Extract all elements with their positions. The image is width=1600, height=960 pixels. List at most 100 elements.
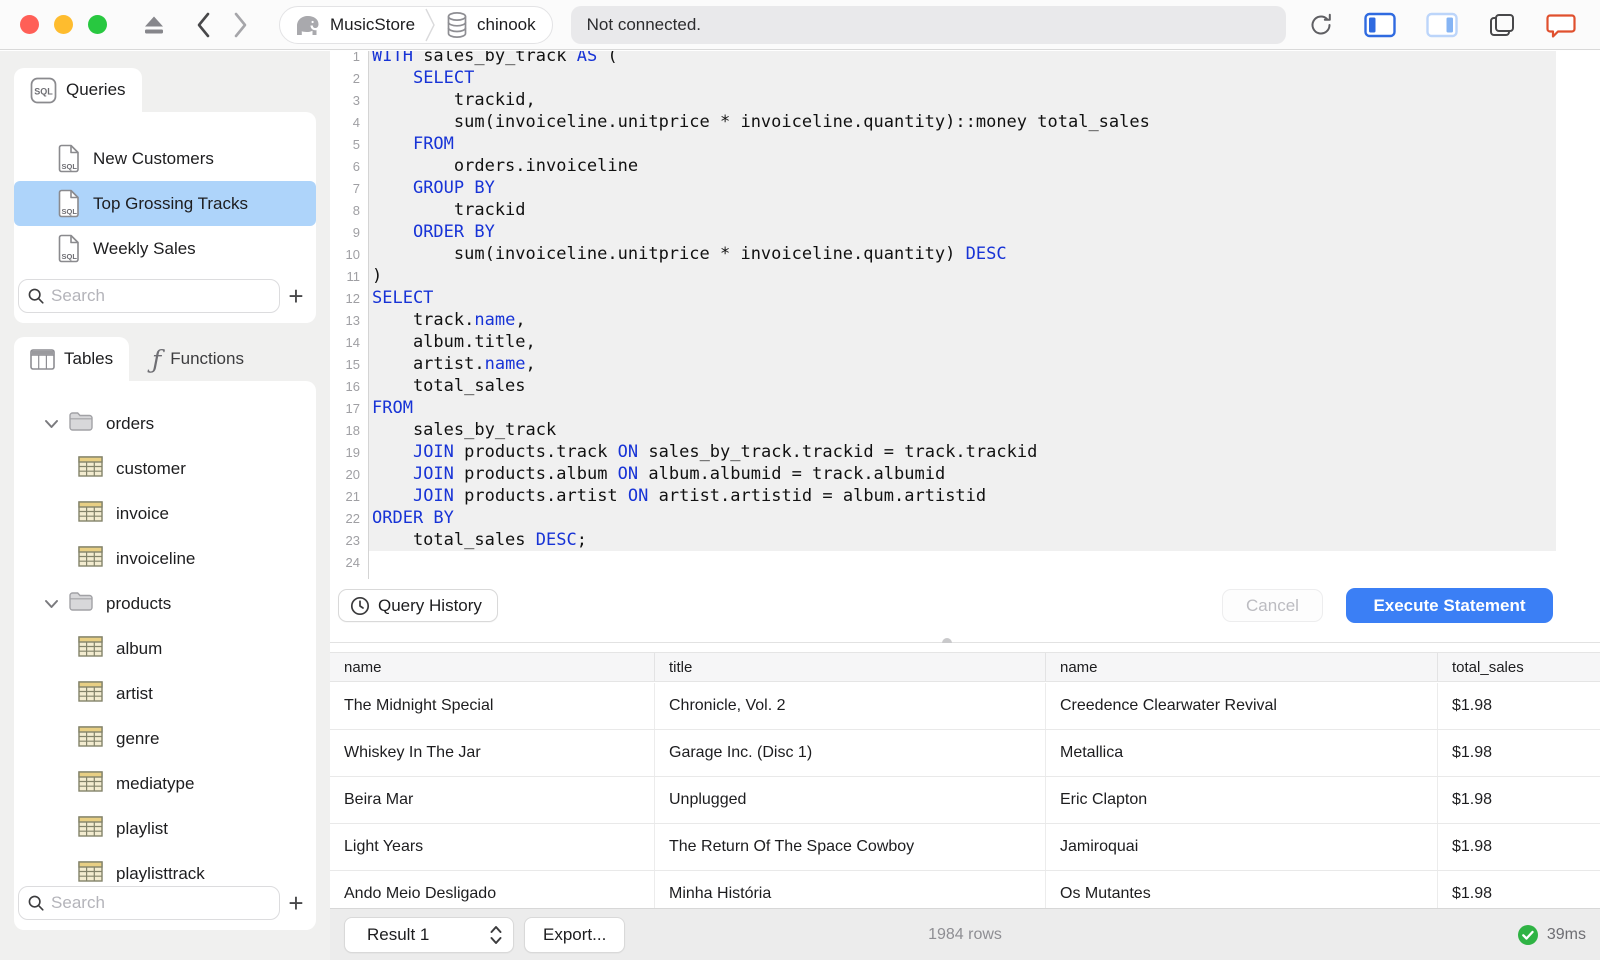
tab-functions-label: Functions: [170, 349, 244, 368]
tree-item-mediatype[interactable]: mediatype: [14, 761, 316, 806]
cancel-button[interactable]: Cancel: [1222, 589, 1323, 622]
editor-line-19[interactable]: 19 JOIN products.track ON sales_by_track…: [330, 441, 1600, 463]
editor-line-17[interactable]: 17 FROM: [330, 397, 1600, 419]
editor-line-15[interactable]: 15 artist.name,: [330, 353, 1600, 375]
export-button[interactable]: Export...: [524, 916, 626, 953]
editor-line-24[interactable]: 24: [330, 551, 1600, 573]
tree-item-label: customer: [116, 458, 186, 478]
column-header-name-0[interactable]: name: [330, 653, 655, 681]
breadcrumb-server[interactable]: MusicStore: [292, 12, 415, 38]
line-number: 20: [345, 466, 360, 482]
toggle-right-sidebar-button[interactable]: [1425, 12, 1458, 38]
editor-line-2[interactable]: 2 SELECT: [330, 67, 1600, 89]
editor-line-18[interactable]: 18 sales_by_track: [330, 419, 1600, 441]
tab-queries[interactable]: SQL Queries: [14, 68, 142, 112]
line-number: 7: [352, 180, 360, 196]
editor-line-6[interactable]: 6 orders.invoiceline: [330, 155, 1600, 177]
editor-line-7[interactable]: 7 GROUP BY: [330, 177, 1600, 199]
schema-search-field[interactable]: [18, 886, 280, 920]
query-history-button[interactable]: Query History: [338, 589, 498, 622]
editor-line-1[interactable]: 1 WITH sales_by_track AS (: [330, 51, 1600, 67]
tab-tables[interactable]: Tables: [14, 337, 130, 381]
tree-item-invoiceline[interactable]: invoiceline: [14, 536, 316, 581]
sql-editor[interactable]: 1 WITH sales_by_track AS (2 SELECT 3 track…: [330, 51, 1600, 642]
editor-line-10[interactable]: 10 sum(invoiceline.unitprice * invoiceli…: [330, 243, 1600, 265]
tree-item-label: playlisttrack: [116, 863, 205, 883]
tree-item-playlist[interactable]: playlist: [14, 806, 316, 851]
line-code: FROM: [412, 134, 454, 154]
table-columns-icon: [30, 348, 55, 370]
tree-item-artist[interactable]: artist: [14, 671, 316, 716]
forward-button[interactable]: [233, 11, 249, 39]
editor-line-14[interactable]: 14 album.title,: [330, 331, 1600, 353]
editor-line-3[interactable]: 3 trackid,: [330, 89, 1600, 111]
editor-line-21[interactable]: 21 JOIN products.artist ON artist.artist…: [330, 485, 1600, 507]
table-icon: [78, 545, 103, 567]
editor-line-4[interactable]: 4 sum(invoiceline.unitprice * invoicelin…: [330, 111, 1600, 133]
back-button[interactable]: [195, 11, 211, 39]
editor-line-16[interactable]: 16 total_sales: [330, 375, 1600, 397]
disconnect-button[interactable]: [141, 13, 167, 37]
sidebar: SQL Queries SQL New Customers SQL Top Gross…: [0, 51, 330, 960]
schema-search-input[interactable]: [51, 893, 271, 913]
editor-line-13[interactable]: 13 track.name,: [330, 309, 1600, 331]
column-header-title-1[interactable]: title: [655, 653, 1046, 681]
feedback-button[interactable]: [1546, 11, 1576, 39]
chevron-down-icon[interactable]: [44, 599, 59, 609]
table-icon: [78, 815, 103, 837]
result-selector[interactable]: Result 1: [344, 916, 514, 953]
query-item-weekly-sales[interactable]: SQL Weekly Sales: [14, 226, 316, 271]
line-code: JOIN products.track ON sales_by_track.tr…: [412, 442, 1038, 462]
execute-statement-button[interactable]: Execute Statement: [1346, 588, 1553, 623]
tree-item-orders[interactable]: orders: [14, 401, 316, 446]
editor-line-11[interactable]: 11): [330, 265, 1600, 287]
tree-item-customer[interactable]: customer: [14, 446, 316, 491]
zoom-window-button[interactable]: [88, 15, 107, 34]
add-query-button[interactable]: +: [280, 283, 312, 309]
table-row[interactable]: Whiskey In The Jar Garage Inc. (Disc 1) Me…: [330, 730, 1600, 777]
editor-line-5[interactable]: 5 FROM: [330, 133, 1600, 155]
chevron-down-icon[interactable]: [44, 419, 59, 429]
column-header-total-sales-3[interactable]: total_sales: [1438, 653, 1600, 681]
table-cell: Jamiroquai: [1046, 824, 1438, 870]
tree-item-invoice[interactable]: invoice: [14, 491, 316, 536]
line-number: 8: [352, 202, 360, 218]
queries-search-input[interactable]: [51, 286, 271, 306]
table-icon: [78, 725, 103, 747]
sql-badge-icon: SQL: [30, 77, 57, 103]
line-number: 22: [345, 510, 360, 526]
queries-search-field[interactable]: [18, 279, 280, 313]
toolbar-right: [1308, 11, 1576, 39]
query-item-new-customers[interactable]: SQL New Customers: [14, 136, 316, 181]
table-cell: Unplugged: [655, 777, 1046, 823]
close-window-button[interactable]: [20, 15, 39, 34]
column-header-name-2[interactable]: name: [1046, 653, 1438, 681]
tree-item-album[interactable]: album: [14, 626, 316, 671]
window-list-button[interactable]: [1488, 12, 1516, 38]
reload-button[interactable]: [1308, 12, 1334, 38]
line-number: 16: [345, 378, 360, 394]
toggle-left-sidebar-button[interactable]: [1363, 12, 1396, 38]
add-table-button[interactable]: +: [280, 890, 312, 916]
breadcrumb-database[interactable]: chinook: [445, 11, 536, 39]
line-number: 2: [352, 70, 360, 86]
editor-line-8[interactable]: 8 trackid: [330, 199, 1600, 221]
sql-file-icon: SQL: [58, 144, 79, 173]
tree-item-products[interactable]: products: [14, 581, 316, 626]
editor-line-22[interactable]: 22 ORDER BY: [330, 507, 1600, 529]
editor-line-20[interactable]: 20 JOIN products.album ON album.albumid …: [330, 463, 1600, 485]
breadcrumb: MusicStore chinook: [279, 5, 553, 44]
table-row[interactable]: Light Years The Return Of The Space Cowbo…: [330, 824, 1600, 871]
table-row[interactable]: Beira Mar Unplugged Eric Clapton $1.98: [330, 777, 1600, 824]
table-row[interactable]: The Midnight Special Chronicle, Vol. 2 Cre…: [330, 683, 1600, 730]
tree-item-genre[interactable]: genre: [14, 716, 316, 761]
tab-functions[interactable]: ƒ Functions: [136, 337, 260, 381]
tree-item-label: mediatype: [116, 773, 195, 793]
query-item-top-grossing-tracks[interactable]: SQL Top Grossing Tracks: [14, 181, 316, 226]
editor-line-23[interactable]: 23 total_sales DESC;: [330, 529, 1600, 551]
editor-line-9[interactable]: 9 ORDER BY: [330, 221, 1600, 243]
table-row[interactable]: Ando Meio Desligado Minha História Os Muta…: [330, 871, 1600, 908]
minimize-window-button[interactable]: [54, 15, 73, 34]
table-icon: [78, 500, 103, 522]
editor-line-12[interactable]: 12 SELECT: [330, 287, 1600, 309]
